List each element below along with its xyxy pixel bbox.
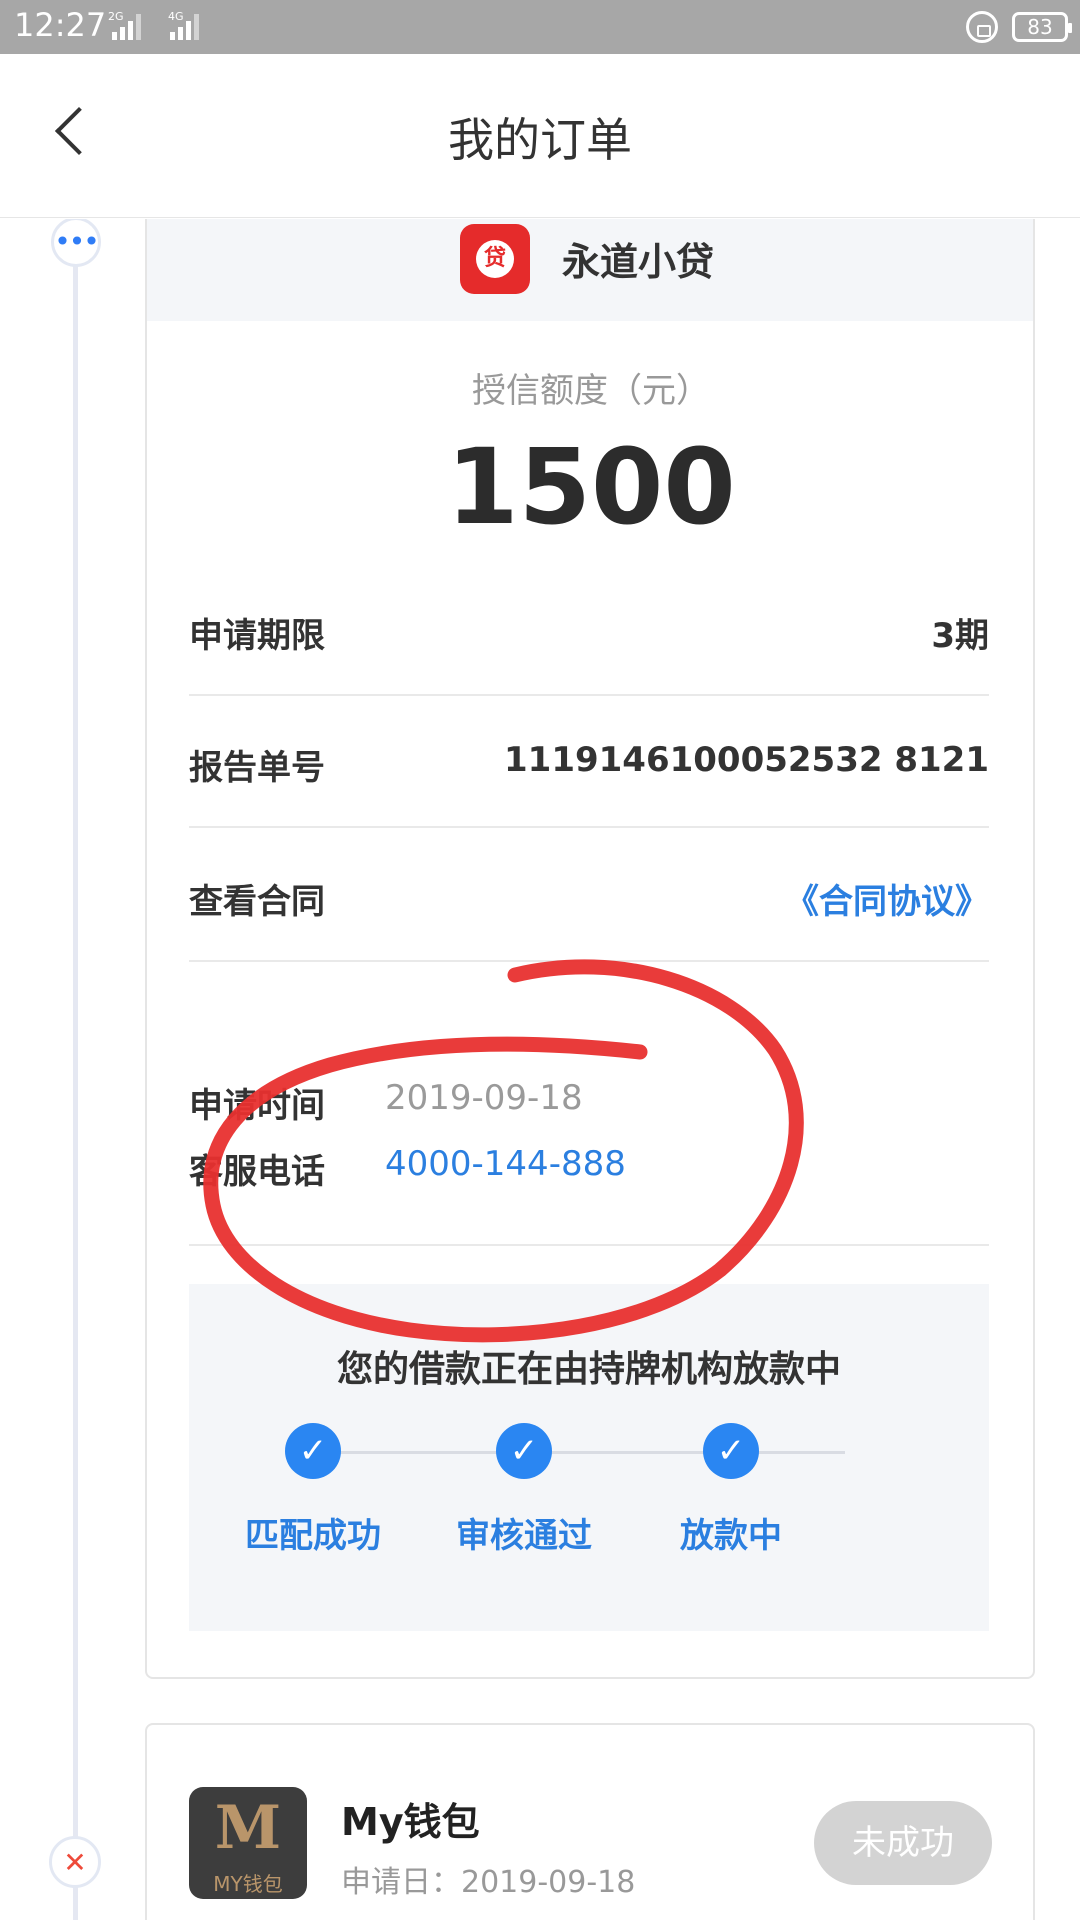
credit-amount: 1500: [446, 426, 736, 548]
service-phone-label: 客服电话: [189, 1152, 325, 1192]
credit-label: 授信额度（元）: [472, 371, 710, 411]
nav-bar: 我的订单: [0, 54, 1080, 218]
row-contract[interactable]: 查看合同 《合同协议》: [189, 830, 989, 962]
apply-time-value: 2019-09-18: [385, 1078, 583, 1118]
step-check-icon: ✓: [496, 1423, 552, 1479]
row-term-label: 申请期限: [189, 616, 325, 656]
wallet-logo: M MY钱包: [189, 1787, 307, 1899]
step-check-icon: ✓: [285, 1423, 341, 1479]
battery-icon: 83: [1012, 12, 1072, 42]
timeline-line: [73, 219, 78, 1920]
row-report-label: 报告单号: [189, 748, 325, 788]
order-info: 申请时间 2019-09-18 客服电话 4000-144-888: [189, 1026, 989, 1246]
page-title: 我的订单: [448, 113, 632, 167]
progress-line: [337, 1451, 845, 1454]
status-time: 12:27: [14, 6, 107, 44]
rotation-lock-icon: [966, 11, 998, 43]
step-label-approved: 审核通过: [456, 1516, 592, 1556]
step-label-matched: 匹配成功: [245, 1516, 381, 1556]
wallet-logo-text: MY钱包: [213, 1872, 283, 1896]
row-contract-label: 查看合同: [189, 882, 325, 922]
status-failed-button[interactable]: 未成功: [814, 1801, 992, 1885]
step-check-icon: ✓: [703, 1423, 759, 1479]
row-report-value: 1119146100052532 8121: [504, 740, 989, 780]
wallet-apply-date: 申请日：2019-09-18: [341, 1865, 636, 1900]
signal-4g-icon: 4G: [160, 10, 204, 40]
in-progress-icon: •••: [51, 219, 101, 267]
status-bar: 12:27 2G 4G 83: [0, 0, 1080, 54]
loan-status-title: 您的借款正在由持牌机构放款中: [336, 1349, 841, 1390]
loan-app-icon-glyph: 贷: [476, 240, 514, 278]
apply-time-label: 申请时间: [189, 1086, 325, 1126]
order-list[interactable]: ••• ✕ 贷 永道小贷 授信额度（元） 1500 申请期限 3期 报告单号 1…: [0, 219, 1080, 1920]
wallet-logo-mark: M: [214, 1793, 282, 1863]
contract-link[interactable]: 《合同协议》: [785, 874, 989, 923]
signal-2g-icon: 2G: [108, 10, 144, 40]
row-report-number: 报告单号 1119146100052532 8121: [189, 696, 989, 828]
signal-4g-label: 4G: [168, 10, 184, 23]
loan-status-box: 您的借款正在由持牌机构放款中 ✓ ✓ ✓ 匹配成功 审核通过 放款中: [189, 1284, 989, 1631]
service-phone-link[interactable]: 4000-144-888: [385, 1144, 626, 1184]
step-label-disbursing: 放款中: [680, 1516, 782, 1556]
order-card[interactable]: 贷 永道小贷 授信额度（元） 1500 申请期限 3期 报告单号 1119146…: [145, 219, 1035, 1679]
wallet-name: My钱包: [341, 1800, 480, 1844]
loan-app-name: 永道小贷: [562, 240, 715, 284]
failed-icon: ✕: [49, 1836, 101, 1888]
row-term: 申请期限 3期: [189, 564, 989, 696]
order-card-header: 贷 永道小贷: [147, 219, 1033, 321]
row-term-value: 3期: [931, 616, 989, 656]
order-card-wallet[interactable]: M MY钱包 My钱包 申请日：2019-09-18 未成功: [145, 1723, 1035, 1920]
signal-2g-label: 2G: [108, 10, 124, 23]
loan-app-icon: 贷: [460, 224, 530, 294]
